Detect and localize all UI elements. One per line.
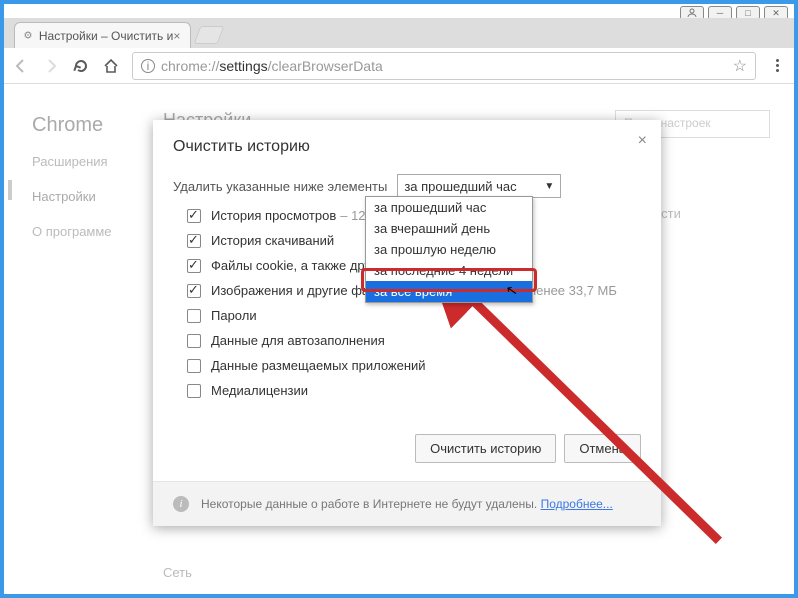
dialog-header: Очистить историю × — [153, 120, 661, 160]
forward-button[interactable] — [42, 57, 60, 75]
row-hosted-apps[interactable]: Данные размещаемых приложений — [187, 358, 641, 373]
checkbox-history[interactable] — [187, 209, 201, 223]
dd-option-hour[interactable]: за прошедший час — [366, 197, 532, 218]
home-button[interactable] — [102, 57, 120, 75]
label-autofill: Данные для автозаполнения — [211, 333, 385, 348]
dialog-info-bar: i Некоторые данные о работе в Интернете … — [153, 481, 661, 526]
checkbox-passwords[interactable] — [187, 309, 201, 323]
chrome-menu-button[interactable] — [768, 59, 786, 72]
bookmark-icon[interactable]: ☆ — [733, 56, 747, 76]
time-range-label: Удалить указанные ниже элементы — [173, 179, 387, 194]
clear-data-dialog: Очистить историю × Удалить указанные ниж… — [153, 120, 661, 526]
label-hosted-apps: Данные размещаемых приложений — [211, 358, 426, 373]
row-autofill[interactable]: Данные для автозаполнения — [187, 333, 641, 348]
label-media-licenses: Медиалицензии — [211, 383, 308, 398]
tab-settings[interactable]: ⚙ Настройки – Очистить и × — [14, 22, 191, 48]
clear-button[interactable]: Очистить историю — [415, 434, 556, 463]
checkbox-hosted-apps[interactable] — [187, 359, 201, 373]
url-host: settings — [219, 58, 267, 74]
tab-title: Настройки – Очистить и — [39, 29, 173, 43]
learn-more-link[interactable]: Подробнее... — [541, 497, 613, 511]
label-passwords: Пароли — [211, 308, 257, 323]
checkbox-media-licenses[interactable] — [187, 384, 201, 398]
time-range-select[interactable]: за прошедший час ▼ — [397, 174, 561, 198]
dd-option-day[interactable]: за вчерашний день — [366, 218, 532, 239]
reload-button[interactable] — [72, 57, 90, 75]
window-titlebar: ─ □ ✕ — [4, 4, 794, 18]
dialog-footer: Очистить историю Отмена — [153, 416, 661, 481]
dd-option-4weeks[interactable]: за последние 4 недели — [366, 260, 532, 281]
toolbar: i chrome://settings/clearBrowserData ☆ — [4, 48, 794, 84]
gear-icon: ⚙ — [23, 30, 32, 42]
new-tab-button[interactable] — [194, 26, 225, 44]
window-frame: ─ □ ✕ ⚙ Настройки – Очистить и × i chrom… — [0, 0, 798, 598]
checkbox-autofill[interactable] — [187, 334, 201, 348]
cancel-button[interactable]: Отмена — [564, 434, 641, 463]
url-prefix: chrome:// — [161, 58, 219, 74]
row-passwords[interactable]: Пароли — [187, 308, 641, 323]
dialog-close-button[interactable]: × — [638, 132, 647, 150]
page-content: Chrome Расширения Настройки О программе … — [8, 88, 790, 590]
checkbox-cache[interactable] — [187, 284, 201, 298]
label-downloads: История скачиваний — [211, 233, 334, 248]
row-media-licenses[interactable]: Медиалицензии — [187, 383, 641, 398]
address-bar[interactable]: i chrome://settings/clearBrowserData ☆ — [132, 52, 756, 80]
dd-option-week[interactable]: за прошлую неделю — [366, 239, 532, 260]
url-path: /clearBrowserData — [268, 58, 383, 74]
time-range-value: за прошедший час — [404, 179, 516, 194]
tab-strip: ⚙ Настройки – Очистить и × — [4, 18, 794, 48]
site-info-icon[interactable]: i — [141, 59, 155, 73]
checkbox-cookies[interactable] — [187, 259, 201, 273]
dialog-title: Очистить историю — [173, 138, 310, 155]
info-icon: i — [173, 496, 189, 512]
label-history: История просмотров — [211, 208, 336, 223]
checkbox-downloads[interactable] — [187, 234, 201, 248]
info-text: Некоторые данные о работе в Интернете не… — [201, 497, 537, 511]
back-button[interactable] — [12, 57, 30, 75]
close-tab-icon[interactable]: × — [173, 29, 180, 43]
caret-down-icon: ▼ — [544, 181, 554, 192]
